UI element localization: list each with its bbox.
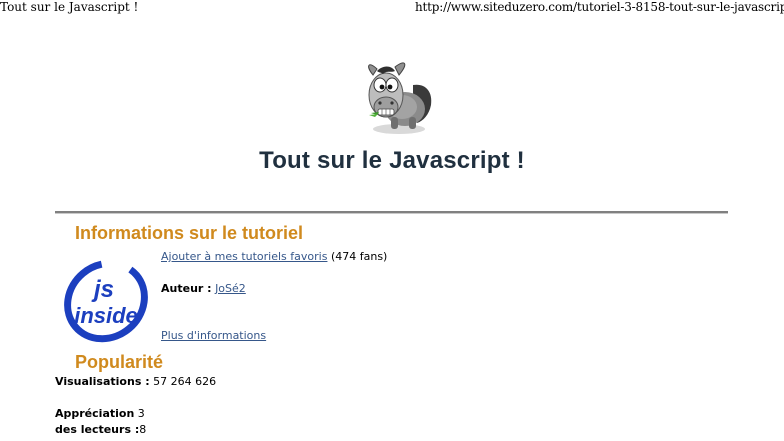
add-favorite-link[interactable]: Ajouter à mes tutoriels favoris: [161, 250, 327, 263]
views-stat: Visualisations : 57 264 626: [55, 375, 216, 389]
popularity-heading: Popularité: [75, 352, 164, 372]
favorite-line: Ajouter à mes tutoriels favoris (474 fan…: [161, 250, 387, 264]
print-page-url: http://www.siteduzero.com/tutoriel-3-815…: [415, 0, 784, 14]
page-title-text: Tout sur le Javascript !: [259, 147, 525, 174]
title-separator: [55, 211, 728, 214]
js-logo-text-line1: js: [91, 276, 114, 303]
rating-stat: Appréciation 3 des lecteurs :8: [55, 407, 146, 439]
page-title: Tout sur le Javascript !: [0, 146, 784, 176]
js-logo-text-line2: inside: [74, 303, 138, 328]
more-info-link[interactable]: Plus d'informations: [161, 329, 266, 342]
print-header: Tout sur le Javascript ! http://www.site…: [0, 0, 784, 16]
fans-count: (474 fans): [330, 250, 388, 263]
author-label: Auteur :: [161, 282, 212, 295]
rating-value-line1: 3: [137, 407, 145, 420]
info-section-heading: Informations sur le tutoriel: [75, 223, 304, 243]
rating-value-line2: 8: [139, 423, 147, 436]
print-page-title: Tout sur le Javascript !: [0, 0, 139, 14]
js-inside-logo-icon: js inside: [60, 257, 152, 343]
rating-row-1: Appréciation 3: [55, 407, 146, 423]
author-link[interactable]: JoSé2: [215, 282, 246, 295]
more-info-line: Plus d'informations: [161, 329, 266, 343]
rating-row-2: des lecteurs :8: [55, 423, 146, 439]
rating-label-line1: Appréciation: [55, 407, 135, 420]
donkey-mascot-icon: [355, 57, 437, 135]
views-label: Visualisations :: [55, 375, 150, 388]
author-line: Auteur : JoSé2: [161, 282, 246, 296]
rating-label-line2: des lecteurs :: [55, 423, 140, 436]
views-value: 57 264 626: [153, 375, 217, 388]
